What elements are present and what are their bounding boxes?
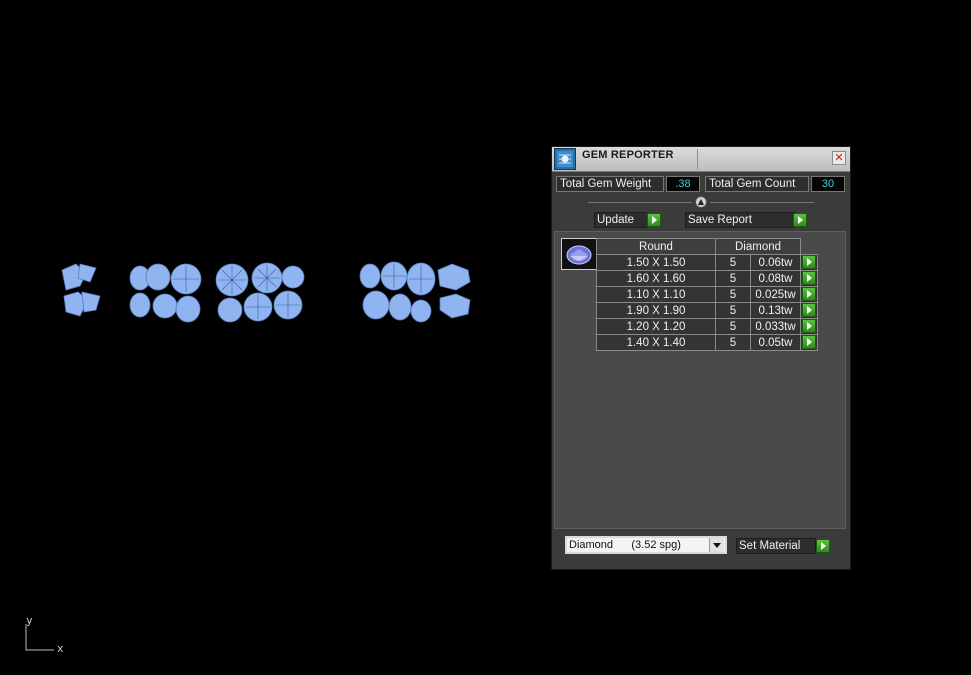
material-select[interactable]: Diamond (3.52 spg) (565, 536, 727, 554)
gem-reporter-panel: GEM REPORTER ✕ Total Gem Weight .38 Tota… (551, 146, 851, 570)
header-shape: Round (596, 238, 716, 255)
table-row[interactable]: 1.60 X 1.60 5 0.08tw (596, 270, 818, 287)
gem-count-cell: 5 (715, 318, 751, 335)
gem-count-cell: 5 (715, 286, 751, 303)
update-go-icon[interactable] (647, 213, 661, 227)
gem-weight-cell: 0.033tw (750, 318, 801, 335)
collapse-toggle-icon[interactable]: ▲ (695, 196, 707, 208)
gem-size-cell: 1.20 X 1.20 (596, 318, 716, 335)
row-go-icon[interactable] (802, 255, 816, 269)
gem-weight-cell: 0.025tw (750, 286, 801, 303)
axis-indicator: y x (22, 612, 82, 662)
total-count-label: Total Gem Count (705, 176, 809, 192)
update-button[interactable]: Update (594, 212, 648, 228)
total-count-value: 30 (811, 176, 845, 192)
axis-x-label: x (57, 642, 64, 655)
total-weight-row: Total Gem Weight .38 (556, 176, 700, 194)
gem-size-cell: 1.60 X 1.60 (596, 270, 716, 287)
gem-count-cell: 5 (715, 334, 751, 351)
gem-weight-cell: 0.13tw (750, 302, 801, 319)
gem-cluster-2 (129, 262, 305, 323)
row-go-icon[interactable] (802, 335, 816, 349)
row-go-icon[interactable] (802, 287, 816, 301)
table-row[interactable]: 1.90 X 1.90 5 0.13tw (596, 302, 818, 319)
gem-size-cell: 1.50 X 1.50 (596, 254, 716, 271)
save-report-label: Save Report (688, 214, 752, 226)
gem-cluster-1 (61, 263, 101, 317)
gem-count-cell: 5 (715, 302, 751, 319)
gem-table: Round Diamond 1.50 X 1.50 5 0.06tw 1.60 … (596, 238, 818, 351)
set-material-button[interactable]: Set Material (736, 538, 816, 554)
gem-size-cell: 1.10 X 1.10 (596, 286, 716, 303)
table-row[interactable]: 1.20 X 1.20 5 0.033tw (596, 318, 818, 335)
total-weight-label: Total Gem Weight (556, 176, 664, 192)
gem-count-cell: 5 (715, 254, 751, 271)
row-go-icon[interactable] (802, 319, 816, 333)
header-material: Diamond (715, 238, 801, 255)
set-material-label: Set Material (739, 540, 801, 552)
gem-cluster-3 (359, 261, 471, 323)
material-select-value: Diamond (3.52 spg) (569, 539, 681, 551)
row-go-icon[interactable] (802, 303, 816, 317)
chevron-down-icon[interactable] (709, 538, 724, 552)
gem-weight-cell: 0.08tw (750, 270, 801, 287)
total-count-row: Total Gem Count 30 (705, 176, 845, 194)
gem-size-cell: 1.90 X 1.90 (596, 302, 716, 319)
gem-size-cell: 1.40 X 1.40 (596, 334, 716, 351)
gem-reporter-logo-icon (554, 148, 576, 170)
table-row[interactable]: 1.40 X 1.40 5 0.05tw (596, 334, 818, 351)
save-report-button[interactable]: Save Report (685, 212, 795, 228)
gem-thumbnail[interactable] (561, 238, 597, 270)
row-go-icon[interactable] (802, 271, 816, 285)
table-row[interactable]: 1.50 X 1.50 5 0.06tw (596, 254, 818, 271)
divider-right (710, 202, 814, 203)
panel-titlebar[interactable]: GEM REPORTER ✕ (552, 147, 850, 172)
set-material-go-icon[interactable] (816, 539, 830, 553)
title-divider (697, 149, 698, 169)
gem-weight-cell: 0.06tw (750, 254, 801, 271)
axis-y-label: y (26, 614, 33, 627)
panel-title: GEM REPORTER (582, 149, 674, 161)
close-button[interactable]: ✕ (832, 151, 846, 165)
gem-table-header: Round Diamond (596, 238, 818, 255)
gem-weight-cell: 0.05tw (750, 334, 801, 351)
gem-count-cell: 5 (715, 270, 751, 287)
total-weight-value: .38 (666, 176, 700, 192)
divider-left (588, 202, 692, 203)
table-row[interactable]: 1.10 X 1.10 5 0.025tw (596, 286, 818, 303)
round-gem-icon (566, 245, 592, 265)
update-label: Update (597, 214, 635, 226)
save-report-go-icon[interactable] (793, 213, 807, 227)
